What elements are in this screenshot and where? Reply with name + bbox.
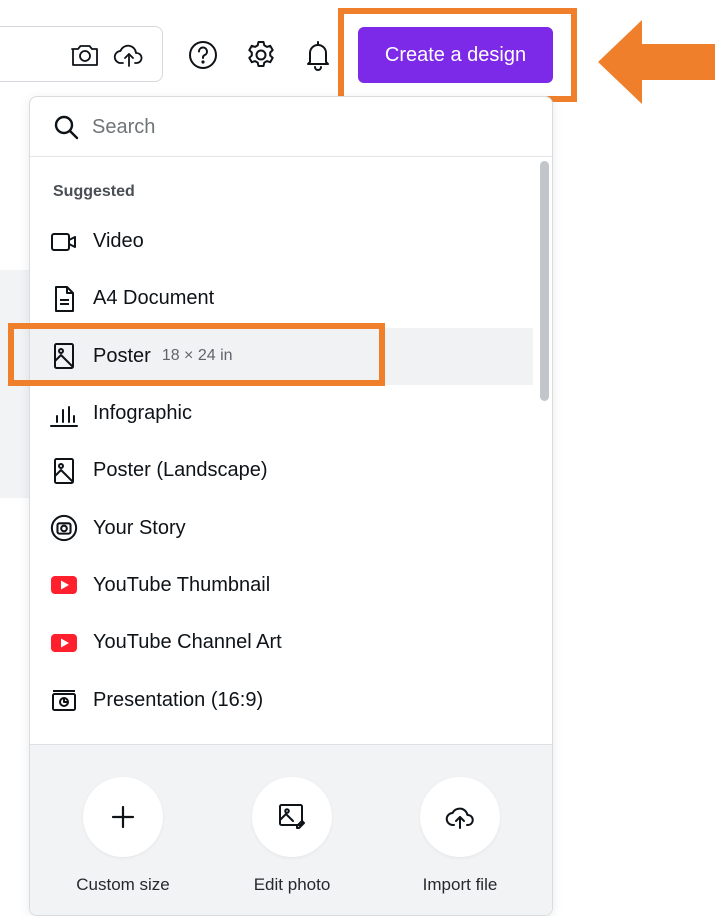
import-file-action[interactable]: Import file [385, 777, 535, 895]
list-item-label: Presentation (16:9) [93, 688, 264, 711]
story-icon [50, 514, 78, 542]
list-scrollbar[interactable] [538, 161, 550, 741]
list-item-poster[interactable]: Poster 18 × 24 in [30, 327, 533, 385]
list-item-your-story[interactable]: Your Story [30, 499, 533, 556]
custom-size-action[interactable]: Custom size [48, 777, 198, 895]
youtube-icon [50, 629, 78, 657]
presentation-icon [50, 686, 78, 714]
pointer-arrow [598, 20, 715, 104]
list-item-infographic[interactable]: Infographic [30, 385, 533, 442]
camera-icon[interactable] [69, 39, 101, 71]
list-item-label: Video [93, 230, 144, 253]
list-item-youtube-thumbnail[interactable]: YouTube Thumbnail [30, 557, 533, 614]
dropdown-search [30, 97, 552, 157]
list-item-dimensions: 18 × 24 in [161, 347, 233, 365]
cloud-upload-icon [445, 802, 475, 832]
scrollbar-thumb[interactable] [540, 161, 549, 401]
list-item-poster-landscape[interactable]: Poster (Landscape) [30, 442, 533, 499]
list-item-label: YouTube Thumbnail [93, 573, 271, 596]
quick-actions-footer: Custom size Edit photo Import file [30, 744, 552, 915]
list-item-label: Poster (Landscape) [93, 459, 268, 482]
list-item-video[interactable]: Video [30, 213, 533, 270]
import-file-button[interactable] [420, 777, 500, 857]
list-item-label: Your Story [93, 516, 186, 539]
cloud-upload-icon[interactable] [113, 39, 145, 71]
list-item-label: Poster [93, 344, 151, 367]
poster-icon [50, 342, 78, 370]
create-design-dropdown: Suggested Video A4 Document [29, 96, 553, 916]
list-item-a4-document[interactable]: A4 Document [30, 270, 533, 327]
edit-photo-button[interactable] [252, 777, 332, 857]
list-item-label: A4 Document [93, 287, 215, 310]
action-label: Import file [422, 875, 498, 894]
list-item-label: YouTube Channel Art [93, 631, 282, 654]
custom-size-button[interactable] [83, 777, 163, 857]
background-panel [0, 270, 30, 498]
list-item-presentation[interactable]: Presentation (16:9) [30, 671, 533, 728]
search-input[interactable] [92, 107, 492, 147]
create-button-highlight [338, 8, 577, 102]
edit-photo-action[interactable]: Edit photo [217, 777, 367, 895]
infographic-icon [50, 400, 78, 428]
youtube-icon [50, 571, 78, 599]
document-icon [50, 285, 78, 313]
action-label: Edit photo [253, 875, 331, 894]
search-icon [52, 113, 80, 141]
top-search-bar[interactable] [0, 26, 163, 82]
help-icon[interactable] [186, 38, 220, 72]
suggested-list: Video A4 Document Poster 18 × 24 in Info… [30, 213, 533, 729]
list-item-youtube-channel-art[interactable]: YouTube Channel Art [30, 614, 533, 671]
action-label: Custom size [76, 875, 170, 894]
poster-icon [50, 457, 78, 485]
section-label-suggested: Suggested [53, 183, 135, 200]
list-item-label: Infographic [93, 402, 192, 425]
notifications-icon[interactable] [301, 38, 335, 72]
plus-icon [110, 804, 136, 830]
video-icon [50, 228, 78, 256]
edit-photo-icon [277, 802, 307, 832]
settings-icon[interactable] [244, 38, 278, 72]
